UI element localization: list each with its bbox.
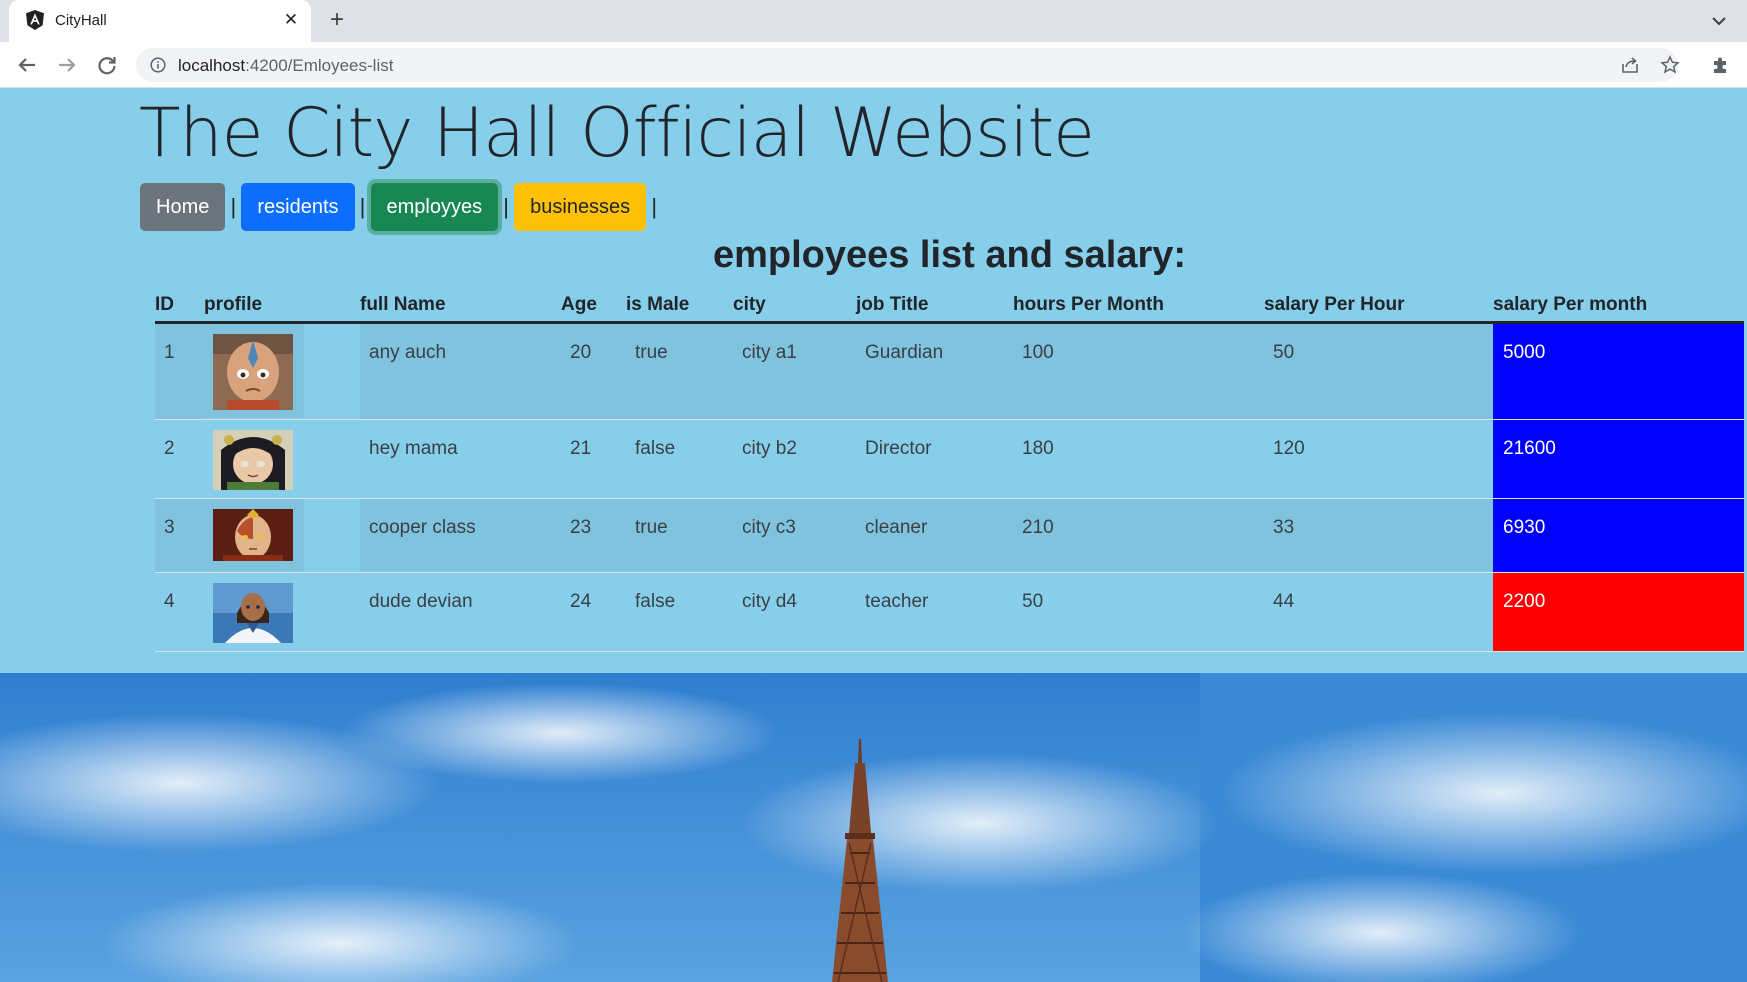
column-header-age: Age	[561, 292, 626, 324]
cell-id: 2	[155, 419, 204, 499]
cell-salary-per-hour: 33	[1264, 498, 1493, 573]
url-host: localhost	[178, 56, 246, 75]
nav-separator: |	[503, 194, 509, 219]
table-row: 2 hey mama 21 false city b2 Director 180…	[155, 419, 1744, 499]
cell-full-name: any auch	[360, 322, 561, 420]
cell-id: 4	[155, 572, 204, 652]
cell-salary-per-month: 6930	[1493, 498, 1744, 573]
cell-city: city d4	[733, 572, 856, 652]
avatar-zuko-icon	[213, 508, 293, 561]
column-header-id: ID	[155, 292, 204, 324]
tab-search-chevron-icon[interactable]	[1706, 8, 1732, 34]
cell-salary-per-hour: 120	[1264, 419, 1493, 499]
cell-hours-per-month: 180	[1013, 419, 1264, 499]
avatar-aang-icon	[213, 333, 293, 410]
cell-is-male: false	[626, 419, 733, 499]
address-bar[interactable]: localhost:4200/Emloyees-list	[136, 48, 1680, 82]
cell-salary-per-month: 21600	[1493, 419, 1744, 499]
reload-icon[interactable]	[93, 51, 121, 79]
avatar-katara-icon	[213, 582, 293, 643]
cell-full-name: dude devian	[360, 572, 561, 652]
eiffel-tower-background-image	[0, 673, 1747, 982]
cell-hours-per-month: 50	[1013, 572, 1264, 652]
cell-salary-per-month: 5000	[1493, 322, 1744, 420]
cell-city: city a1	[733, 322, 856, 420]
column-header-city: city	[733, 292, 856, 324]
cell-age: 21	[561, 419, 626, 499]
cell-job-title: teacher	[856, 572, 1013, 652]
cell-id: 1	[155, 322, 204, 420]
table-row: 1 any auch 20 true city a1 Guardian 100 …	[155, 322, 1744, 420]
cell-hours-per-month: 210	[1013, 498, 1264, 573]
section-title: employees list and salary:	[712, 234, 1187, 276]
nav-separator: |	[359, 194, 366, 219]
back-arrow-icon[interactable]	[13, 51, 41, 79]
cell-salary-per-hour: 50	[1264, 322, 1493, 420]
column-header-job-title: job Title	[856, 292, 1013, 324]
share-icon[interactable]	[1620, 55, 1640, 75]
nav-employees-button[interactable]: employyes	[370, 183, 499, 231]
cell-full-name: hey mama	[360, 419, 561, 499]
cell-age: 20	[561, 322, 626, 420]
cell-city: city b2	[733, 419, 856, 499]
bookmark-star-icon[interactable]	[1660, 55, 1680, 75]
cell-job-title: Guardian	[856, 322, 1013, 420]
nav-businesses-button[interactable]: businesses	[514, 183, 647, 231]
cell-is-male: true	[626, 498, 733, 573]
cell-profile	[204, 498, 360, 573]
cell-job-title: cleaner	[856, 498, 1013, 573]
column-header-salary-per-month: salary Per month	[1493, 292, 1744, 324]
avatar-toph-icon	[213, 429, 293, 490]
cell-hours-per-month: 100	[1013, 322, 1264, 420]
cell-full-name: cooper class	[360, 498, 561, 573]
cell-city: city c3	[733, 498, 856, 573]
nav-residents-button[interactable]: residents	[241, 183, 355, 231]
cell-is-male: true	[626, 322, 733, 420]
column-header-hours-per-month: hours Per Month	[1013, 292, 1264, 324]
cell-profile	[204, 419, 360, 499]
column-header-salary-per-hour: salary Per Hour	[1264, 292, 1493, 324]
cell-age: 24	[561, 572, 626, 652]
cell-age: 23	[561, 498, 626, 573]
page-title: The City Hall Official Website	[139, 94, 1095, 173]
cell-job-title: Director	[856, 419, 1013, 499]
cell-profile	[204, 322, 360, 420]
nav-separator: |	[651, 194, 658, 219]
employees-table: ID profile full Name Age is Male city jo…	[155, 292, 1744, 652]
cell-is-male: false	[626, 572, 733, 652]
forward-arrow-icon[interactable]	[53, 51, 81, 79]
column-header-is-male: is Male	[626, 292, 733, 324]
table-header-row: ID profile full Name Age is Male city jo…	[155, 292, 1744, 324]
cell-id: 3	[155, 498, 204, 573]
main-navigation: Home | residents | employyes | businesse…	[140, 183, 662, 231]
url-text[interactable]: localhost:4200/Emloyees-list	[178, 56, 393, 76]
nav-separator: |	[230, 194, 237, 219]
table-row: 3 cooper class 23 true city c3 cleaner 2…	[155, 498, 1744, 573]
extensions-puzzle-icon[interactable]	[1710, 55, 1730, 75]
url-path: :4200/Emloyees-list	[245, 56, 394, 75]
browser-toolbar: localhost:4200/Emloyees-list	[0, 42, 1747, 88]
site-info-icon[interactable]	[150, 57, 166, 73]
angular-favicon-icon	[26, 10, 44, 30]
column-header-full-name: full Name	[360, 292, 561, 324]
column-header-profile: profile	[204, 292, 360, 324]
tab-close-icon[interactable]: ✕	[280, 9, 302, 31]
browser-tab[interactable]: CityHall ✕	[9, 0, 311, 42]
browser-tabstrip: CityHall ✕ +	[0, 0, 1747, 42]
cell-profile	[204, 572, 360, 652]
tab-title: CityHall	[55, 12, 107, 29]
cell-salary-per-month: 2200	[1493, 572, 1744, 652]
nav-home-button[interactable]: Home	[140, 183, 226, 231]
new-tab-icon[interactable]: +	[324, 8, 350, 34]
cell-salary-per-hour: 44	[1264, 572, 1493, 652]
table-row: 4 dude devian 24 false city d4 teacher 5…	[155, 572, 1744, 652]
